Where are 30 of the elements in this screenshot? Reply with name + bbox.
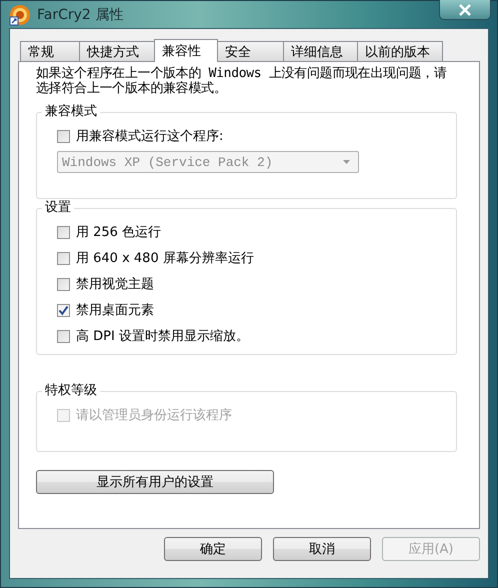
- app-icon: [9, 4, 31, 26]
- tab[interactable]: 以前的版本: [357, 41, 443, 61]
- dialog-button[interactable]: 确定: [164, 537, 262, 561]
- checkbox[interactable]: [57, 304, 70, 316]
- group-title: 兼容模式: [42, 104, 100, 120]
- description-text: 如果这个程序在上一个版本的 Windows 上没有问题而现在出现问题，请选择符合上一个版本的兼容模式。: [36, 66, 448, 96]
- checkbox-label: 用 640 x 480 屏幕分辨率运行: [76, 250, 254, 267]
- tab[interactable]: 兼容性: [154, 39, 218, 62]
- show-all-users-button[interactable]: 显示所有用户的设置: [36, 470, 274, 494]
- close-icon: [458, 4, 472, 16]
- checkbox-label: 请以管理员身份运行该程序: [76, 407, 232, 424]
- checkbox-label: 用兼容模式运行这个程序:: [76, 128, 224, 145]
- tab[interactable]: 安全: [217, 41, 284, 61]
- checkbox[interactable]: [57, 226, 70, 238]
- dialog-button[interactable]: 取消: [273, 537, 371, 561]
- close-button[interactable]: [439, 0, 491, 20]
- checkbox-label: 禁用视觉主题: [76, 276, 154, 293]
- tab[interactable]: 常规: [20, 41, 80, 61]
- checkbox[interactable]: [57, 252, 70, 264]
- checkbox-label: 用 256 色运行: [76, 224, 162, 241]
- checkbox[interactable]: [57, 330, 70, 342]
- checkbox[interactable]: [57, 130, 70, 142]
- tab[interactable]: 详细信息: [283, 41, 358, 61]
- dropdown-arrow-icon: [343, 160, 350, 164]
- group-title: 特权等级: [42, 383, 100, 399]
- checkbox[interactable]: [57, 278, 70, 290]
- checkbox-label: 禁用桌面元素: [76, 302, 154, 319]
- tab[interactable]: 快捷方式: [79, 41, 155, 61]
- window-title: FarCry2 属性: [37, 6, 124, 24]
- checkbox-label: 高 DPI 设置时禁用显示缩放。: [76, 328, 249, 345]
